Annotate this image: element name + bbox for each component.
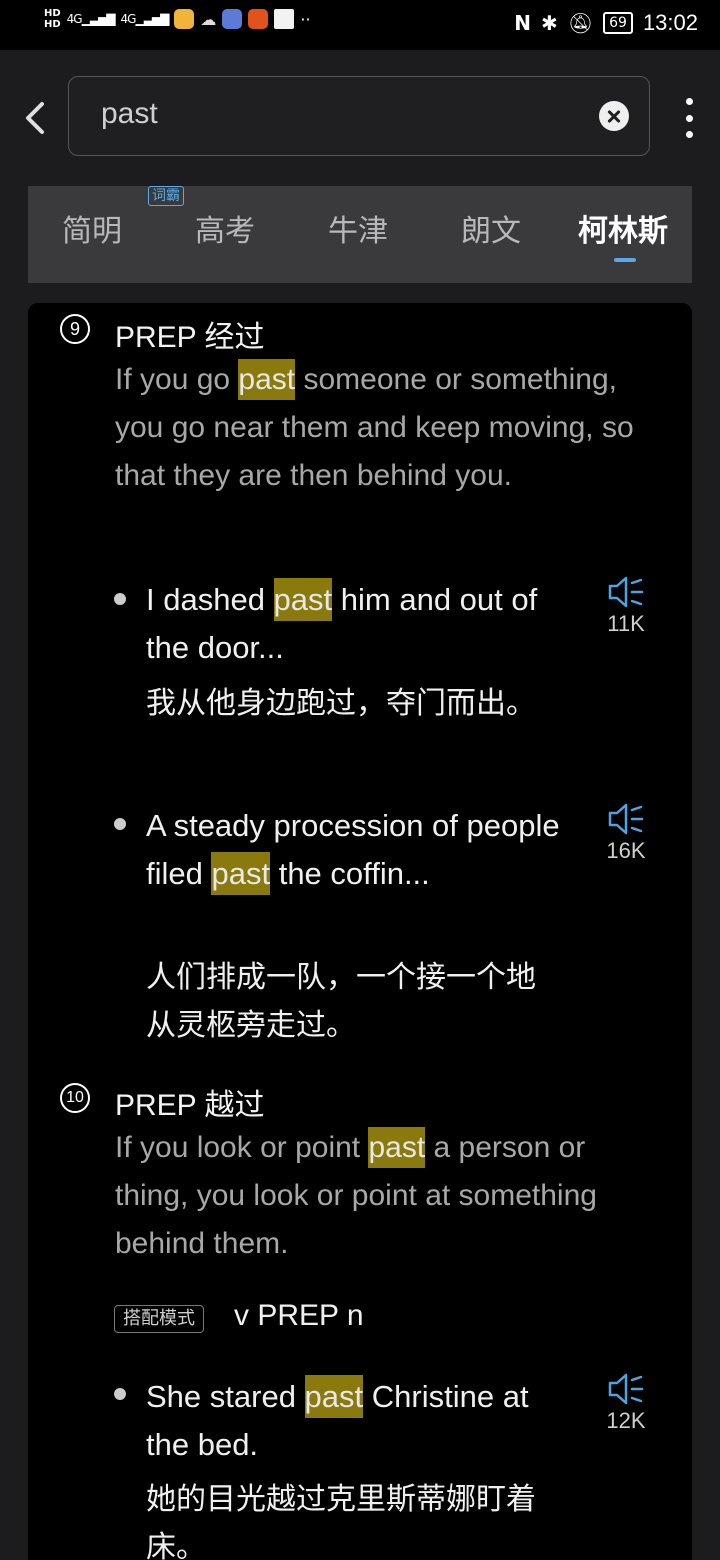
tab-longman[interactable]: 朗文: [461, 206, 521, 250]
play-count: 12K: [606, 1408, 646, 1433]
tab-badge: 词霸: [148, 186, 184, 206]
status-bar: HD HD 4G▁▃▅▇ 4G▁▃▅▇ ☁ ·· N ✱ 🔕︎ 69 13:02: [0, 0, 720, 50]
clear-icon[interactable]: [599, 101, 629, 131]
search-input[interactable]: past: [68, 76, 650, 156]
example-sentence: A steady procession of people filed past…: [146, 802, 566, 898]
signal-icon: 4G▁▃▅▇: [120, 12, 170, 26]
more-icon[interactable]: [684, 98, 694, 138]
sense-heading: PREP 经过: [115, 321, 265, 354]
bluetooth-icon: ✱: [540, 11, 558, 35]
search-query[interactable]: past: [101, 97, 158, 131]
speaker-icon: [608, 576, 644, 608]
example-bullet: [114, 818, 126, 830]
speaker-button[interactable]: 12K: [604, 1372, 648, 1434]
example-translation: 我从他身边跑过，夺门而出。: [146, 686, 536, 721]
nfc-icon: N: [514, 11, 531, 35]
back-arrow-icon[interactable]: [18, 94, 54, 142]
example-sentence: She stared past Christine at the bed.: [146, 1373, 566, 1469]
sense-number: 10: [60, 1083, 90, 1113]
example-translation: 人们排成一队，一个接一个地从灵柩旁走过。: [146, 960, 536, 1043]
clock: 13:02: [642, 10, 698, 35]
hd-indicator: HD HD: [44, 8, 61, 30]
status-left: HD HD 4G▁▃▅▇ 4G▁▃▅▇ ☁ ··: [44, 8, 311, 30]
status-right: N ✱ 🔕︎ 69 13:02: [514, 10, 698, 36]
more-notifications-icon: ··: [300, 9, 311, 29]
example-sentence: I dashed past him and out of the door...: [146, 576, 566, 672]
tab-jianming[interactable]: 简明 词霸: [62, 186, 184, 250]
pattern-tag: 搭配模式: [114, 1305, 204, 1333]
app-notification-icon: [248, 9, 269, 29]
signal-icon: 4G▁▃▅▇: [66, 12, 116, 26]
battery-icon: 69: [603, 12, 633, 34]
speaker-icon: [608, 1373, 644, 1405]
sense-number: 9: [60, 314, 90, 344]
example-bullet: [114, 1388, 126, 1400]
active-tab-indicator: [614, 258, 636, 262]
speaker-button[interactable]: 16K: [604, 802, 648, 864]
app-notification-icon: [174, 9, 195, 29]
tab-gaokao[interactable]: 高考: [195, 206, 255, 250]
play-count: 11K: [607, 611, 645, 636]
app-notification-icon: [222, 9, 243, 29]
sense-definition: If you go past someone or something, you…: [115, 356, 655, 500]
pattern-value: v PREP n: [234, 1299, 364, 1332]
example-translation: 她的目光越过克里斯蒂娜盯着床。: [146, 1482, 536, 1560]
speaker-button[interactable]: 11K: [604, 575, 648, 637]
example-bullet: [114, 593, 126, 605]
mute-icon: 🔕︎: [567, 11, 594, 35]
tab-oxford[interactable]: 牛津: [328, 206, 388, 250]
tab-collins[interactable]: 柯林斯: [578, 206, 668, 250]
dictionary-tabs: 简明 词霸 高考 牛津 朗文 柯林斯: [28, 186, 692, 283]
cloud-icon: ☁: [200, 9, 217, 29]
sense-heading: PREP 越过: [115, 1089, 265, 1122]
play-count: 16K: [606, 838, 646, 863]
collins-entry: 9 PREP 经过 If you go past someone or some…: [28, 303, 692, 1560]
speaker-icon: [608, 803, 644, 835]
sense-definition: If you look or point past a person or th…: [115, 1124, 655, 1268]
app-notification-icon: [274, 9, 295, 29]
search-header: past: [0, 50, 720, 186]
